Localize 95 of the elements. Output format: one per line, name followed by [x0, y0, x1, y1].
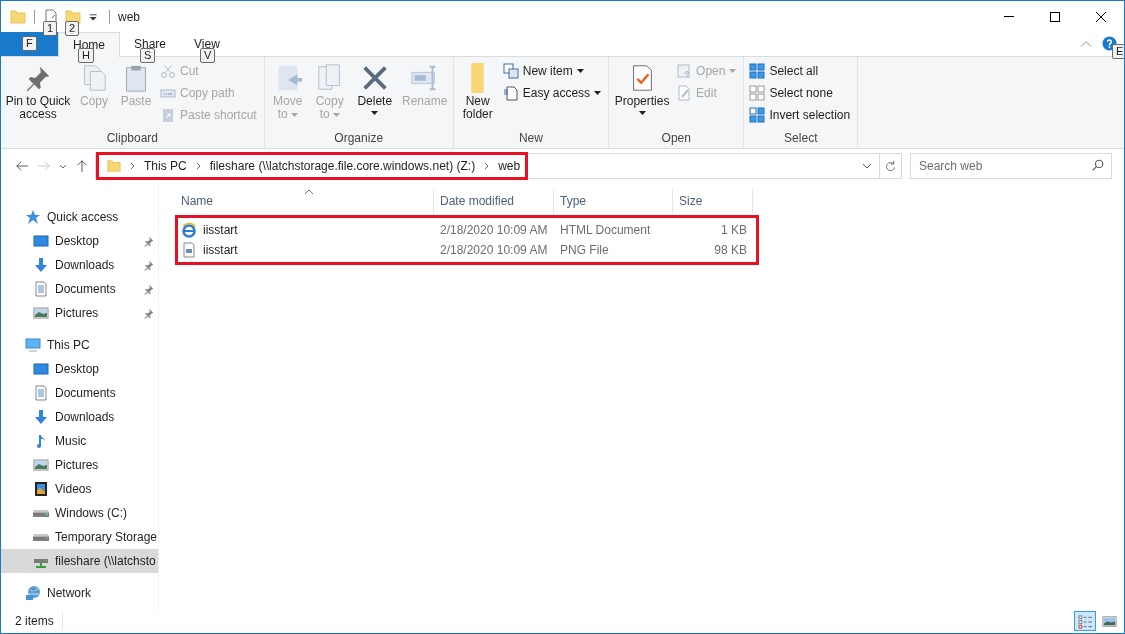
- breadcrumb-chevron-icon: [483, 162, 491, 170]
- nav-item[interactable]: Pictures: [1, 301, 158, 325]
- file-row[interactable]: iisstart 2/18/2020 10:09 AM PNG File 98 KB: [178, 240, 756, 260]
- group-label: New: [517, 131, 544, 145]
- nav-item[interactable]: Documents: [1, 277, 158, 301]
- table-cell-text: HTML Document: [559, 222, 652, 239]
- nav-item[interactable]: Desktop: [1, 357, 158, 381]
- nav-item[interactable]: Pictures: [1, 453, 158, 477]
- file-tab[interactable]: F: [1, 32, 58, 56]
- group-label: Select: [783, 131, 819, 145]
- network-icon: [25, 585, 41, 601]
- table-cell-text: 2/18/2020 10:09 AM: [439, 242, 549, 259]
- column-header[interactable]: Type: [554, 189, 673, 213]
- nav-item[interactable]: Downloads: [1, 253, 158, 277]
- details-view-icon: [1077, 613, 1093, 629]
- keytip: F: [22, 36, 37, 51]
- film-icon: [33, 481, 49, 497]
- collapse-ribbon-icon: [1080, 40, 1092, 48]
- nav-item[interactable]: Network: [1, 581, 158, 605]
- open-icon: [676, 63, 693, 79]
- close-icon: [1095, 10, 1107, 23]
- keytip: V: [200, 48, 216, 63]
- table-cell-text: iisstart: [203, 222, 238, 239]
- nav-item[interactable]: Windows (C:): [1, 501, 158, 525]
- ribbon-button[interactable]: New item: [502, 63, 602, 79]
- back-arrow-icon: [15, 159, 29, 173]
- edit-icon: [676, 85, 693, 101]
- forward-arrow-icon: [37, 159, 51, 173]
- download-arrow-icon: [33, 257, 49, 273]
- breadcrumb[interactable]: fileshare (\\latchstorage.file.core.windows.net) (Z:): [209, 157, 476, 175]
- nav-item[interactable]: Temporary Storage: [1, 525, 158, 549]
- group-label: Open: [660, 131, 692, 145]
- group-label: Organize: [333, 131, 385, 145]
- shortcut-icon: [160, 107, 176, 123]
- nav-item[interactable]: Downloads: [1, 405, 158, 429]
- table-cell-text: 1 KB: [720, 222, 747, 239]
- breadcrumb-chevron-icon: [129, 162, 136, 170]
- nav-item[interactable]: Documents: [1, 381, 158, 405]
- group-label: Clipboard: [105, 131, 160, 145]
- column-header[interactable]: Size: [673, 189, 753, 213]
- ribbon-button[interactable]: Easy access: [502, 85, 602, 101]
- address-field[interactable]: This PC fileshare (\\latchstorage.file.core.windows.net) (Z:) web: [95, 153, 902, 179]
- view-button[interactable]: [1074, 611, 1096, 631]
- nav-item[interactable]: This PC: [1, 333, 158, 357]
- nav-item[interactable]: Music: [1, 429, 158, 453]
- column-header[interactable]: Date modified: [434, 189, 554, 213]
- breadcrumb[interactable]: web: [498, 157, 521, 175]
- star-icon: [25, 209, 41, 225]
- breadcrumb[interactable]: This PC: [144, 157, 187, 175]
- ribbon-button[interactable]: Properties: [612, 61, 673, 131]
- refresh-icon: [884, 159, 897, 173]
- drive-icon: [33, 509, 49, 517]
- nav-item[interactable]: Videos: [1, 477, 158, 501]
- download-arrow-icon: [33, 409, 49, 425]
- search-field[interactable]: Search web: [910, 153, 1112, 179]
- ribbon-button[interactable]: Pin to Quick access: [4, 61, 72, 131]
- table-cell-text: iisstart: [203, 242, 238, 259]
- desktop-icon: [33, 361, 49, 377]
- table-cell-text: 98 KB: [713, 242, 747, 259]
- keytip: S: [140, 48, 156, 63]
- table-cell-text: 2/18/2020 10:09 AM: [439, 222, 549, 239]
- image-icon: [33, 305, 49, 321]
- search-icon: [1091, 159, 1104, 172]
- table-cell-text: PNG File: [559, 242, 610, 259]
- up-arrow-icon: [75, 159, 89, 173]
- window-title: web: [118, 8, 140, 26]
- nav-item[interactable]: Quick access: [1, 205, 158, 229]
- keytip: E: [1112, 44, 1124, 59]
- ribbon-button[interactable]: New folder: [456, 61, 499, 131]
- desktop-icon: [33, 233, 49, 249]
- computer-icon: [25, 337, 41, 353]
- select-none-icon: [749, 85, 766, 101]
- scissors-icon: [160, 63, 176, 79]
- image-icon: [33, 457, 49, 473]
- image-file-icon: [181, 242, 197, 258]
- select-all-icon: [749, 63, 766, 79]
- nav-item[interactable]: fileshare (\\latchsto: [1, 549, 158, 573]
- new-item-icon: [502, 63, 519, 79]
- document-icon: [33, 385, 49, 401]
- invert-selection-icon: [749, 107, 766, 123]
- nav-item[interactable]: Desktop: [1, 229, 158, 253]
- column-header[interactable]: Name: [175, 189, 434, 213]
- file-row[interactable]: iisstart 2/18/2020 10:09 AM HTML Document 1 KB: [178, 220, 756, 240]
- document-icon: [502, 85, 519, 101]
- ribbon-button[interactable]: Select none: [749, 85, 851, 101]
- drive-icon: [33, 533, 49, 541]
- item-count: 2 items: [15, 612, 63, 630]
- ribbon-button[interactable]: Delete: [351, 61, 398, 131]
- browser-icon: [181, 222, 197, 238]
- ribbon-button[interactable]: Select all: [749, 63, 851, 79]
- breadcrumb-chevron-icon: [194, 162, 202, 170]
- large-icons-view-icon: [1101, 613, 1117, 629]
- keytip: H: [78, 48, 94, 63]
- ribbon-button[interactable]: Invert selection: [749, 107, 851, 123]
- document-icon: [33, 281, 49, 297]
